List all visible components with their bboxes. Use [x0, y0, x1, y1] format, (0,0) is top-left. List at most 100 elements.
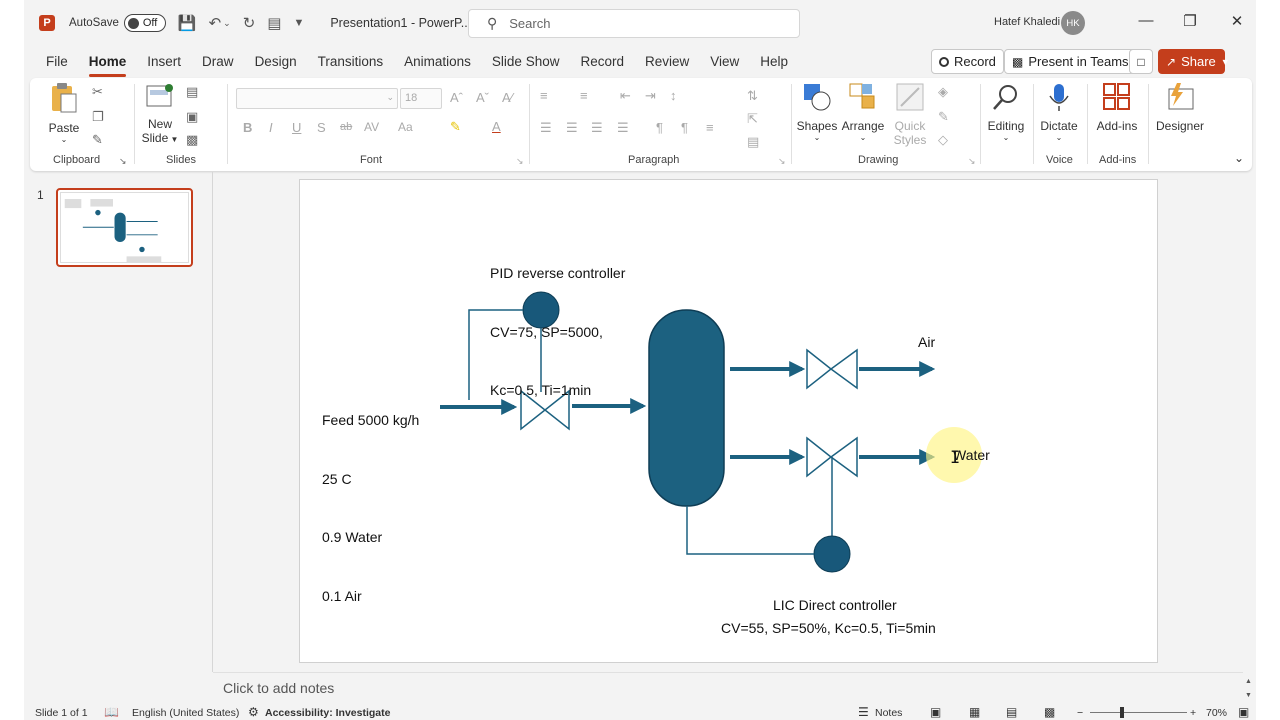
- shape-fill-icon[interactable]: ◈: [938, 84, 948, 100]
- decrease-indent-icon[interactable]: ⇤: [620, 88, 631, 104]
- shape-effects-icon[interactable]: ◇: [938, 132, 948, 148]
- zoom-slider-thumb[interactable]: [1120, 707, 1124, 718]
- slideshow-view-icon[interactable]: ▩: [1044, 705, 1055, 719]
- clear-formatting-icon[interactable]: A∕: [502, 90, 513, 105]
- zoom-out-icon[interactable]: −: [1077, 707, 1083, 719]
- change-case-icon[interactable]: Aa: [398, 120, 413, 134]
- font-size-select[interactable]: 18: [400, 88, 442, 109]
- save-icon[interactable]: 💾: [178, 14, 197, 32]
- comments-button[interactable]: □: [1129, 49, 1153, 74]
- restore-icon[interactable]: ❐: [1178, 12, 1202, 30]
- cut-icon[interactable]: ✂: [92, 84, 103, 100]
- columns-icon[interactable]: ≡: [706, 120, 714, 135]
- increase-font-size-icon[interactable]: Aˆ: [450, 90, 463, 105]
- tab-transitions[interactable]: Transitions: [318, 46, 384, 78]
- text-shadow-icon[interactable]: S: [317, 120, 326, 135]
- slide-sorter-icon[interactable]: ▦: [969, 705, 980, 719]
- lic-title[interactable]: LIC Direct controller: [773, 596, 897, 616]
- shapes-button[interactable]: Shapes ⌄: [796, 82, 838, 142]
- align-center-icon[interactable]: ☰: [566, 120, 578, 136]
- text-direction-icon[interactable]: ¶: [656, 120, 663, 135]
- tab-animations[interactable]: Animations: [404, 46, 471, 78]
- new-slide-button[interactable]: New Slide ▼: [140, 82, 180, 145]
- section-icon[interactable]: ▩: [186, 132, 198, 148]
- scroll-down-icon[interactable]: ▼: [1245, 692, 1252, 699]
- zoom-slider-track[interactable]: [1090, 712, 1187, 713]
- paste-button[interactable]: Paste ⌄: [44, 82, 84, 144]
- bullets-icon[interactable]: ≡: [540, 88, 548, 103]
- collapse-ribbon-icon[interactable]: ⌄: [1234, 151, 1244, 165]
- scroll-up-icon[interactable]: ▲: [1245, 678, 1252, 685]
- tab-help[interactable]: Help: [760, 46, 788, 78]
- shape-outline-icon[interactable]: ✎: [938, 109, 949, 125]
- redo-icon[interactable]: ↻: [243, 14, 256, 32]
- search-input[interactable]: ⚲ Search: [468, 9, 800, 38]
- customize-toolbar-icon[interactable]: ▼: [293, 17, 304, 29]
- paragraph-launcher-icon[interactable]: ↘: [778, 156, 786, 167]
- tab-design[interactable]: Design: [255, 46, 297, 78]
- font-color-icon[interactable]: A: [492, 119, 501, 134]
- font-launcher-icon[interactable]: ↘: [516, 156, 524, 167]
- share-button[interactable]: ↗ Share ▼: [1158, 49, 1230, 74]
- tab-draw[interactable]: Draw: [202, 46, 234, 78]
- italic-icon[interactable]: I: [269, 120, 273, 135]
- reset-slide-icon[interactable]: ▣: [186, 109, 198, 125]
- notes-toggle[interactable]: Notes: [875, 707, 902, 719]
- highlight-icon[interactable]: ✎: [450, 119, 461, 135]
- minimize-icon[interactable]: —: [1134, 12, 1158, 29]
- line-spacing-icon[interactable]: ↕: [670, 88, 677, 103]
- pid-controller-label[interactable]: PID reverse controller CV=75, SP=5000, K…: [490, 225, 625, 440]
- tab-view[interactable]: View: [710, 46, 739, 78]
- language[interactable]: English (United States): [132, 707, 239, 719]
- copy-icon[interactable]: ❐: [92, 109, 104, 125]
- avatar[interactable]: HK: [1061, 11, 1085, 35]
- editing-button[interactable]: Editing ⌄: [984, 82, 1028, 142]
- present-in-teams-button[interactable]: ▩ Present in Teams: [1004, 49, 1137, 74]
- smartart-icon[interactable]: ▤: [747, 134, 759, 150]
- designer-button[interactable]: Designer: [1154, 82, 1206, 133]
- align-text-icon[interactable]: ⇱: [747, 111, 758, 127]
- quick-styles-button[interactable]: Quick Styles: [888, 82, 932, 147]
- sort-icon[interactable]: ⇅: [747, 88, 758, 104]
- drawing-launcher-icon[interactable]: ↘: [968, 156, 976, 167]
- add-ins-button[interactable]: Add-ins: [1092, 82, 1142, 133]
- arrange-button[interactable]: Arrange ⌄: [840, 82, 886, 142]
- bold-icon[interactable]: B: [243, 120, 252, 135]
- align-left-icon[interactable]: ☰: [540, 120, 552, 136]
- tab-home[interactable]: Home: [88, 46, 126, 78]
- layout-icon[interactable]: ▤: [186, 84, 198, 100]
- format-painter-icon[interactable]: ✎: [92, 132, 103, 148]
- notes-pane[interactable]: Click to add notes: [213, 672, 1243, 704]
- tab-review[interactable]: Review: [645, 46, 689, 78]
- autosave-toggle[interactable]: Off: [123, 14, 166, 32]
- slide-canvas[interactable]: PID reverse controller CV=75, SP=5000, K…: [299, 179, 1158, 663]
- feed-label[interactable]: Feed 5000 kg/h 25 C 0.9 Water 0.1 Air: [322, 372, 419, 645]
- notes-icon[interactable]: ☰: [858, 705, 869, 719]
- tab-insert[interactable]: Insert: [147, 46, 181, 78]
- normal-view-icon[interactable]: ▣: [930, 705, 941, 719]
- clipboard-launcher-icon[interactable]: ↘: [119, 156, 127, 167]
- fit-to-window-icon[interactable]: ▣: [1238, 705, 1249, 719]
- present-from-start-icon[interactable]: ▤: [267, 14, 281, 32]
- increase-indent-icon[interactable]: ⇥: [645, 88, 656, 104]
- strikethrough-icon[interactable]: ab: [340, 121, 352, 133]
- decrease-font-size-icon[interactable]: Aˇ: [476, 90, 489, 105]
- accessibility-status[interactable]: Accessibility: Investigate: [265, 707, 390, 719]
- tab-slide-show[interactable]: Slide Show: [492, 46, 560, 78]
- reading-view-icon[interactable]: ▤: [1006, 705, 1017, 719]
- font-family-select[interactable]: ⌄: [236, 88, 398, 109]
- close-icon[interactable]: ✕: [1225, 12, 1249, 30]
- justify-icon[interactable]: ☰: [617, 120, 629, 136]
- undo-dropdown-icon[interactable]: ⌄: [223, 18, 231, 29]
- zoom-in-icon[interactable]: +: [1190, 707, 1196, 719]
- tab-record[interactable]: Record: [580, 46, 624, 78]
- numbering-icon[interactable]: ≡: [580, 88, 588, 103]
- air-label[interactable]: Air: [918, 333, 935, 353]
- user-name[interactable]: Hatef Khaledi: [994, 16, 1060, 28]
- dictate-button[interactable]: Dictate ⌄: [1036, 82, 1082, 142]
- spelling-check-icon[interactable]: 📖: [104, 705, 119, 719]
- character-spacing-icon[interactable]: AV: [364, 120, 379, 134]
- slide-thumbnail[interactable]: [56, 188, 193, 267]
- rtl-icon[interactable]: ¶: [681, 120, 688, 135]
- underline-icon[interactable]: U: [292, 120, 301, 135]
